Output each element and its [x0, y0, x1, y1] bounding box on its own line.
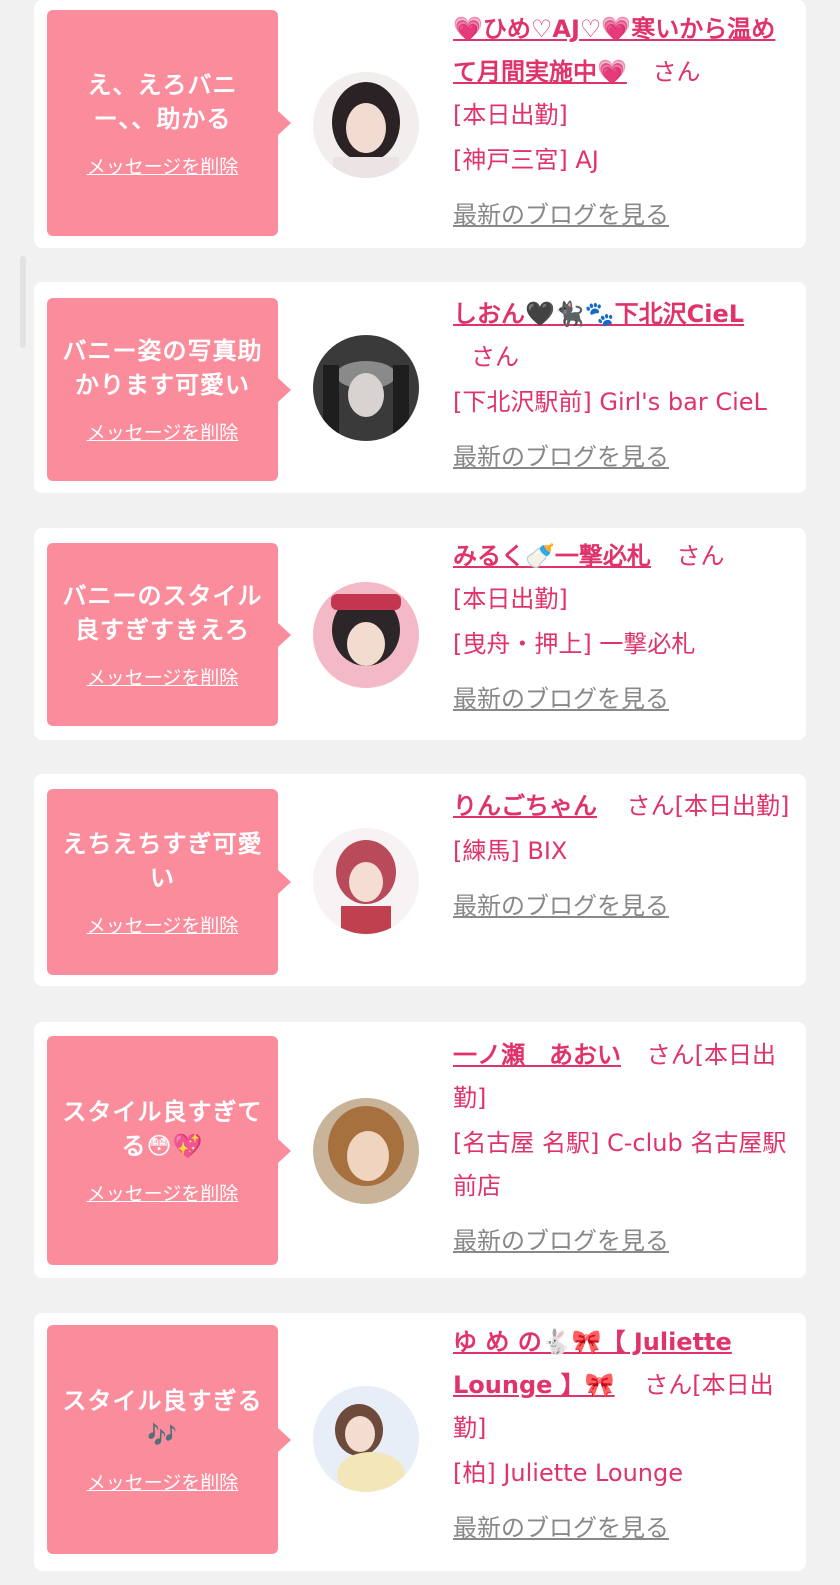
shop-location: [神戸三宮] AJ: [453, 146, 599, 174]
latest-blog-link[interactable]: 最新のブログを見る: [453, 885, 669, 928]
message-bubble: え、えろバニー、、助かる メッセージを削除: [47, 10, 291, 236]
cast-name-link[interactable]: りんごちゃん: [453, 792, 597, 820]
avatar[interactable]: [313, 582, 419, 688]
delete-message-link[interactable]: メッセージを削除: [87, 418, 239, 445]
message-text: えちえちすぎ可愛い: [62, 829, 263, 892]
cast-info-line: ゆ め の🐇🎀【 Juliette Lounge 】🎀 さん[本日出勤]: [453, 1321, 793, 1450]
cast-name-link[interactable]: 一ノ瀬 あおい: [453, 1041, 621, 1069]
message-bubble: バニーのスタイル良すぎすきえろ メッセージを削除: [47, 543, 291, 726]
message-bubble: バニー姿の写真助かります可愛い メッセージを削除: [47, 298, 291, 481]
shop-location: [曳舟・押上] 一撃必札: [453, 630, 696, 658]
latest-blog-link[interactable]: 最新のブログを見る: [453, 194, 669, 237]
list-item: バニーのスタイル良すぎすきえろ メッセージを削除 みるく🍼一撃必札 さん [本日…: [34, 528, 806, 740]
cast-info-line: みるく🍼一撃必札 さん: [453, 535, 793, 578]
list-item: スタイル良すぎる🎶 メッセージを削除 ゆ め の🐇🎀【 Juliette Lou…: [34, 1313, 806, 1571]
message-bubble: スタイル良すぎる🎶 メッセージを削除: [47, 1325, 291, 1554]
cast-name-link[interactable]: しおん🖤🐈‍⬛🐾下北沢CieL: [453, 300, 744, 328]
honorific: さん: [471, 343, 519, 371]
cast-info-line: りんごちゃん さん[本日出勤]: [453, 785, 793, 828]
honorific: さん[本日出勤]: [626, 792, 790, 820]
delete-message-link[interactable]: メッセージを削除: [87, 1468, 239, 1495]
shop-location: [名古屋 名駅] C-club 名古屋駅前店: [453, 1129, 787, 1200]
latest-blog-link[interactable]: 最新のブログを見る: [453, 1220, 669, 1263]
cast-info-line: しおん🖤🐈‍⬛🐾下北沢CieL さん: [453, 293, 793, 379]
avatar[interactable]: [313, 828, 419, 934]
message-bubble: えちえちすぎ可愛い メッセージを削除: [47, 789, 291, 975]
avatar[interactable]: [313, 1386, 419, 1492]
message-text: スタイル良すぎてる😳💖: [62, 1098, 263, 1160]
latest-blog-link[interactable]: 最新のブログを見る: [453, 436, 669, 479]
list-item: バニー姿の写真助かります可愛い メッセージを削除 しおん🖤🐈‍⬛🐾下北沢CieL…: [34, 282, 806, 493]
shop-location: [下北沢駅前] Girl's bar CieL: [453, 388, 767, 416]
message-text: スタイル良すぎる🎶: [62, 1387, 263, 1449]
delete-message-link[interactable]: メッセージを削除: [87, 911, 239, 938]
scrollbar-thumb[interactable]: [20, 256, 26, 348]
attendance-status: [本日出勤]: [453, 585, 568, 613]
cast-name-link[interactable]: 💗ひめ♡AJ♡💗寒いから温めて月間実施中💗: [453, 15, 775, 86]
avatar[interactable]: [313, 335, 419, 441]
message-text: え、えろバニー、、助かる: [87, 70, 238, 133]
list-item: え、えろバニー、、助かる メッセージを削除 💗ひめ♡AJ♡💗寒いから温めて月間実…: [34, 0, 806, 248]
latest-blog-link[interactable]: 最新のブログを見る: [453, 1507, 669, 1550]
delete-message-link[interactable]: メッセージを削除: [87, 663, 239, 690]
cast-name-link[interactable]: みるく🍼一撃必札: [453, 542, 651, 570]
honorific: さん: [676, 542, 725, 570]
attendance-status: [本日出勤]: [453, 101, 568, 129]
delete-message-link[interactable]: メッセージを削除: [87, 1179, 239, 1206]
cast-info-line: 💗ひめ♡AJ♡💗寒いから温めて月間実施中💗 さん: [453, 8, 793, 94]
list-item: えちえちすぎ可愛い メッセージを削除 りんごちゃん さん[本日出勤] [練馬] …: [34, 774, 806, 986]
latest-blog-link[interactable]: 最新のブログを見る: [453, 678, 669, 721]
cast-info-line: 一ノ瀬 あおい さん[本日出勤]: [453, 1034, 793, 1120]
shop-location: [練馬] BIX: [453, 837, 568, 865]
shop-location: [柏] Juliette Lounge: [453, 1459, 684, 1487]
message-text: バニー姿の写真助かります可愛い: [62, 337, 263, 399]
delete-message-link[interactable]: メッセージを削除: [87, 152, 239, 179]
avatar[interactable]: [313, 72, 419, 178]
list-item: スタイル良すぎてる😳💖 メッセージを削除 一ノ瀬 あおい さん[本日出勤] [名…: [34, 1022, 806, 1278]
honorific: さん: [652, 58, 701, 86]
message-bubble: スタイル良すぎてる😳💖 メッセージを削除: [47, 1036, 291, 1265]
message-text: バニーのスタイル良すぎすきえろ: [62, 582, 263, 644]
avatar[interactable]: [313, 1098, 419, 1204]
